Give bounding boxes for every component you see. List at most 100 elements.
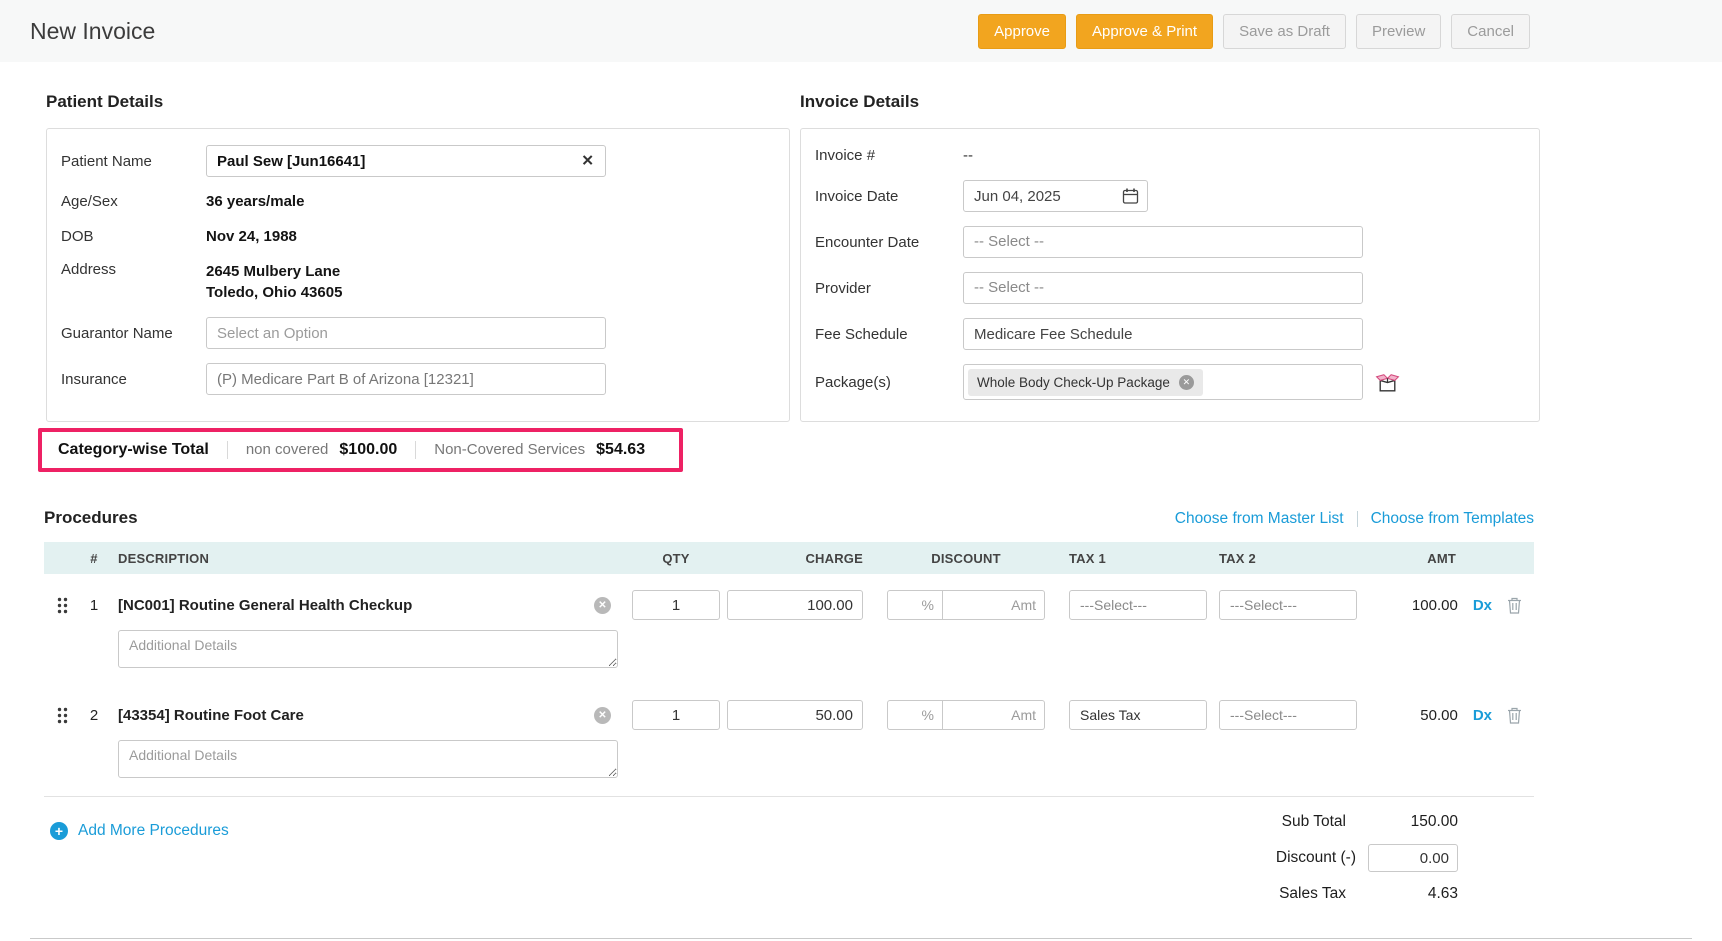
category-item-amount: $54.63 <box>596 441 645 459</box>
col-tax1: TAX 1 <box>1059 551 1209 566</box>
discount-percent-input[interactable] <box>887 700 943 730</box>
col-amt: AMT <box>1359 551 1534 566</box>
patient-name-input[interactable] <box>206 145 606 177</box>
address-label: Address <box>61 261 206 278</box>
invoice-number-value: -- <box>963 145 973 166</box>
delete-row-icon[interactable] <box>1507 707 1522 724</box>
totals: Sub Total 150.00 Discount (-) Sales Tax … <box>1276 813 1534 916</box>
procedures-heading: Procedures <box>44 508 138 528</box>
procedure-description-text: [43354] Routine Foot Care <box>118 707 304 724</box>
insurance-row: Insurance <box>61 363 775 395</box>
dx-link[interactable]: Dx <box>1473 597 1492 614</box>
calendar-icon[interactable] <box>1122 188 1139 205</box>
col-description: DESCRIPTION <box>108 551 625 566</box>
drag-handle-icon[interactable] <box>44 597 80 614</box>
subtotal-label: Sub Total <box>1282 813 1346 831</box>
encounter-date-select[interactable]: -- Select -- <box>963 226 1363 258</box>
invoice-details-heading: Invoice Details <box>800 92 1540 112</box>
invoice-number-row: Invoice # -- <box>815 145 1525 166</box>
discount-total-input[interactable] <box>1368 844 1458 872</box>
provider-label: Provider <box>815 280 963 297</box>
dx-link[interactable]: Dx <box>1473 707 1492 724</box>
remove-description-icon[interactable]: ✕ <box>594 597 611 614</box>
encounter-date-row: Encounter Date -- Select -- <box>815 226 1525 258</box>
save-as-draft-button[interactable]: Save as Draft <box>1223 14 1346 49</box>
patient-name-label: Patient Name <box>61 153 206 170</box>
age-sex-label: Age/Sex <box>61 193 206 210</box>
category-item-non-covered: non covered $100.00 <box>227 441 415 459</box>
qty-input[interactable] <box>632 700 720 730</box>
guarantor-input[interactable] <box>206 317 606 349</box>
package-icon[interactable] <box>1375 371 1400 394</box>
encounter-date-label: Encounter Date <box>815 234 963 251</box>
sales-tax-value: 4.63 <box>1356 885 1458 903</box>
category-item-name: non covered <box>246 441 329 458</box>
guarantor-label: Guarantor Name <box>61 325 206 342</box>
provider-select[interactable]: -- Select -- <box>963 272 1363 304</box>
fee-schedule-label: Fee Schedule <box>815 326 963 343</box>
discount-amount-input[interactable] <box>943 700 1045 730</box>
category-total-label: Category-wise Total <box>58 441 227 459</box>
topbar-actions: Approve Approve & Print Save as Draft Pr… <box>978 14 1530 49</box>
address-line2: Toledo, Ohio 43605 <box>206 282 342 303</box>
approve-print-button[interactable]: Approve & Print <box>1076 14 1213 49</box>
procedures-section: Procedures Choose from Master List Choos… <box>46 508 1582 916</box>
link-divider <box>1357 511 1358 527</box>
procedure-row: 2 [43354] Routine Foot Care ✕ Sales Tax <box>44 684 1534 782</box>
patient-details-section: Patient Details Patient Name ✕ Age/Sex 3… <box>46 62 790 472</box>
bottom-divider <box>30 938 1692 939</box>
additional-details-textarea[interactable] <box>118 630 618 668</box>
tax1-select[interactable]: ---Select--- <box>1069 590 1207 620</box>
charge-input[interactable] <box>727 590 863 620</box>
provider-row: Provider -- Select -- <box>815 272 1525 304</box>
main-content: Patient Details Patient Name ✕ Age/Sex 3… <box>0 62 1722 916</box>
remove-description-icon[interactable]: ✕ <box>594 707 611 724</box>
chip-remove-icon[interactable]: ✕ <box>1179 375 1194 390</box>
qty-input[interactable] <box>632 590 720 620</box>
dob-row: DOB Nov 24, 1988 <box>61 226 775 247</box>
col-qty: QTY <box>625 551 727 566</box>
drag-handle-icon[interactable] <box>44 707 80 724</box>
procedure-description: [43354] Routine Foot Care ✕ <box>108 707 625 724</box>
clear-patient-icon[interactable]: ✕ <box>581 154 594 169</box>
approve-button[interactable]: Approve <box>978 14 1066 49</box>
address-row: Address 2645 Mulbery Lane Toledo, Ohio 4… <box>61 261 775 303</box>
tax2-select[interactable]: ---Select--- <box>1219 700 1357 730</box>
discount-percent-input[interactable] <box>887 590 943 620</box>
address-line1: 2645 Mulbery Lane <box>206 261 342 282</box>
col-tax2: TAX 2 <box>1209 551 1359 566</box>
dob-value: Nov 24, 1988 <box>206 226 297 247</box>
charge-input[interactable] <box>727 700 863 730</box>
fee-schedule-input[interactable] <box>963 318 1363 350</box>
insurance-label: Insurance <box>61 371 206 388</box>
invoice-date-input[interactable] <box>963 180 1148 212</box>
insurance-input[interactable] <box>206 363 606 395</box>
col-charge: CHARGE <box>727 551 873 566</box>
procedures-footer: + Add More Procedures Sub Total 150.00 D… <box>44 796 1534 916</box>
fee-schedule-row: Fee Schedule <box>815 318 1525 350</box>
procedures-header: Procedures Choose from Master List Choos… <box>44 508 1534 528</box>
discount-amount-input[interactable] <box>943 590 1045 620</box>
age-sex-row: Age/Sex 36 years/male <box>61 191 775 212</box>
row-number: 2 <box>80 707 108 724</box>
procedures-table-header: # DESCRIPTION QTY CHARGE DISCOUNT TAX 1 … <box>44 542 1534 574</box>
guarantor-row: Guarantor Name <box>61 317 775 349</box>
choose-templates-link[interactable]: Choose from Templates <box>1371 510 1534 528</box>
row-number: 1 <box>80 597 108 614</box>
tax1-select[interactable]: Sales Tax <box>1069 700 1207 730</box>
invoice-date-label: Invoice Date <box>815 188 963 205</box>
preview-button[interactable]: Preview <box>1356 14 1441 49</box>
invoice-date-row: Invoice Date <box>815 180 1525 212</box>
packages-input[interactable]: Whole Body Check-Up Package ✕ <box>963 364 1363 400</box>
delete-row-icon[interactable] <box>1507 597 1522 614</box>
choose-master-list-link[interactable]: Choose from Master List <box>1175 510 1344 528</box>
tax2-select[interactable]: ---Select--- <box>1219 590 1357 620</box>
sales-tax-label: Sales Tax <box>1279 885 1346 903</box>
dob-label: DOB <box>61 228 206 245</box>
patient-details-box: Patient Name ✕ Age/Sex 36 years/male DOB… <box>46 128 790 422</box>
cancel-button[interactable]: Cancel <box>1451 14 1530 49</box>
patient-details-heading: Patient Details <box>46 92 790 112</box>
address-value: 2645 Mulbery Lane Toledo, Ohio 43605 <box>206 261 342 303</box>
additional-details-textarea[interactable] <box>118 740 618 778</box>
add-more-procedures-link[interactable]: + Add More Procedures <box>50 819 229 843</box>
